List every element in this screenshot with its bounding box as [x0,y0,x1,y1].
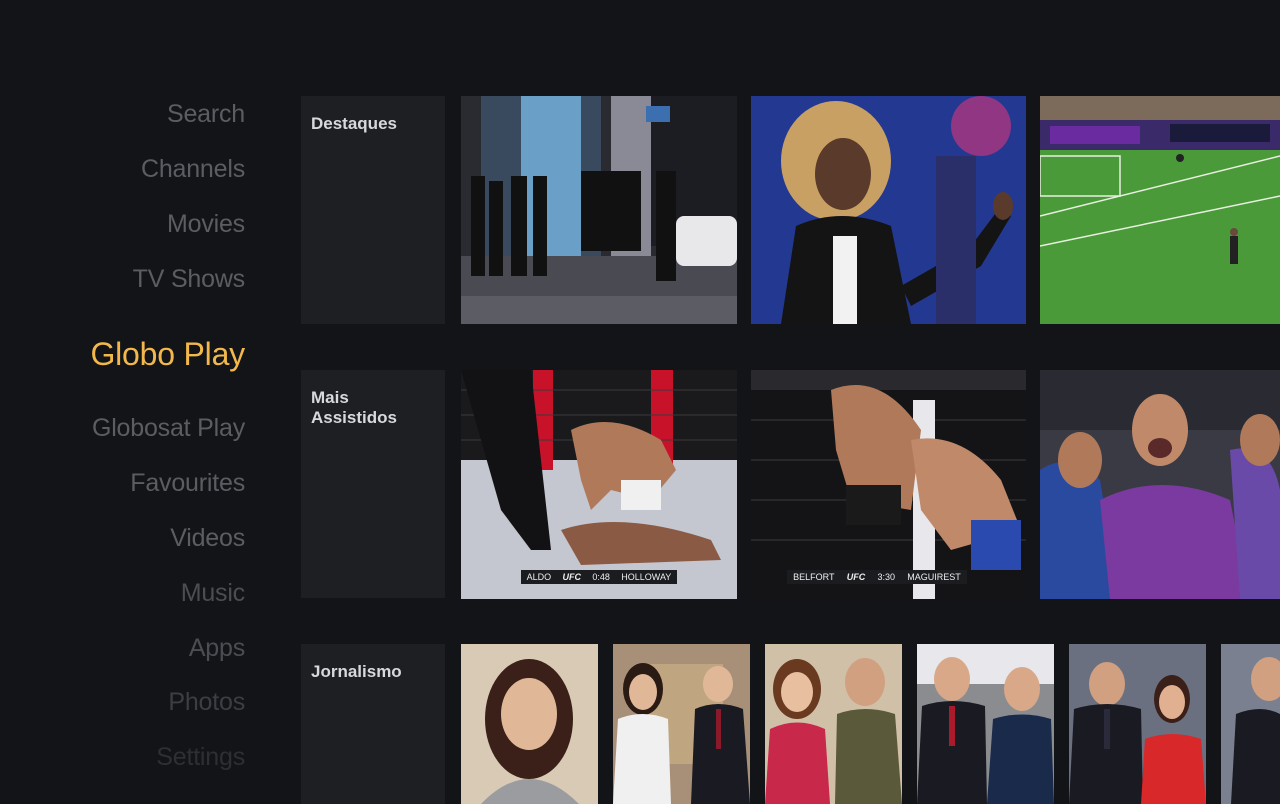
nav-item-globosat-play[interactable]: Globosat Play [92,414,245,443]
thumbnail-image [751,96,1026,324]
fighter-left: ALDO [526,572,552,582]
video-thumbnail-football-celebration[interactable] [1040,370,1280,599]
event-brand: UFC [562,572,582,582]
thumbnail-image [1221,644,1280,804]
news-thumbnail-5[interactable] [1069,644,1206,804]
thumbnail-image [751,370,1026,599]
nav-item-tv-shows[interactable]: TV Shows [133,265,246,294]
thumbnail-image [461,96,737,324]
side-nav: Search Channels Movies TV Shows Globo Pl… [0,0,260,800]
thumbnail-image [1040,370,1280,599]
nav-item-settings[interactable]: Settings [156,743,245,772]
nav-item-videos[interactable]: Videos [170,524,245,553]
news-thumbnail-3[interactable] [765,644,902,804]
video-thumbnail-ufc-fight-2[interactable]: BELFORT UFC 3:30 MAGUIREST [751,370,1026,599]
video-thumbnail-ufc-fight-1[interactable]: ALDO UFC 0:48 HOLLOWAY [461,370,737,599]
event-brand: UFC [846,572,866,582]
scoreboard-1: ALDO UFC 0:48 HOLLOWAY [521,570,677,584]
news-thumbnail-6[interactable] [1221,644,1280,804]
video-thumbnail-football[interactable] [1040,96,1280,324]
thumbnail-image [461,370,737,599]
nav-item-apps[interactable]: Apps [189,634,245,663]
row-label-destaques: Destaques [301,96,445,324]
nav-item-music[interactable]: Music [181,579,245,608]
fighter-right: HOLLOWAY [621,572,672,582]
thumbnail-image [613,644,750,804]
thumbnail-image [917,644,1054,804]
scoreboard-2: BELFORT UFC 3:30 MAGUIREST [787,570,967,584]
fighter-right: MAGUIREST [907,572,961,582]
nav-item-movies[interactable]: Movies [167,210,245,239]
video-thumbnail-street-scene[interactable] [461,96,737,324]
fight-clock: 0:48 [592,572,610,582]
nav-item-favourites[interactable]: Favourites [130,469,245,498]
nav-item-photos[interactable]: Photos [168,688,245,717]
thumbnail-image [765,644,902,804]
thumbnail-image [1069,644,1206,804]
video-thumbnail-singer[interactable] [751,96,1026,324]
news-thumbnail-2[interactable] [613,644,750,804]
fight-clock: 3:30 [877,572,896,582]
thumbnail-image [461,644,598,804]
thumbnail-image [1040,96,1280,324]
nav-item-globo-play[interactable]: Globo Play [90,336,245,373]
row-label-jornalismo: Jornalismo [301,644,445,804]
fighter-left: BELFORT [793,572,835,582]
row-label-mais-assistidos: Mais Assistidos [301,370,445,598]
news-thumbnail-1[interactable] [461,644,598,804]
nav-item-search[interactable]: Search [167,100,245,129]
nav-item-channels[interactable]: Channels [141,155,245,184]
news-thumbnail-4[interactable] [917,644,1054,804]
